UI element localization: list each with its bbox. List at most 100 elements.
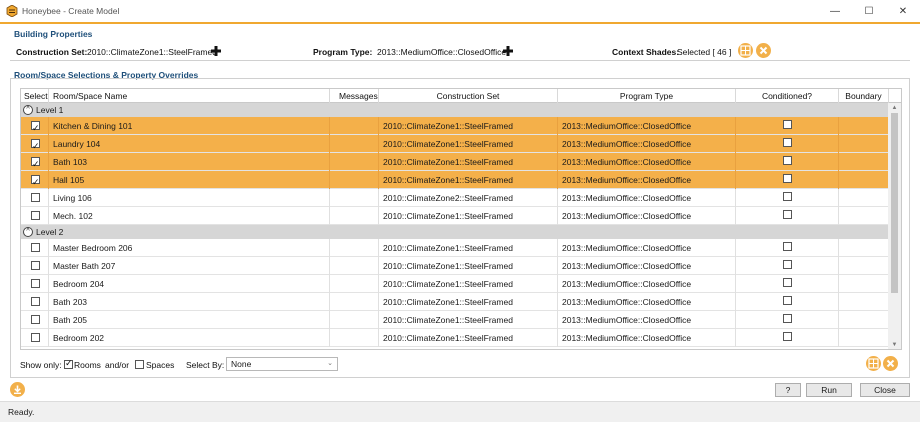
messages-cell[interactable]	[330, 239, 379, 257]
messages-cell[interactable]	[330, 153, 379, 171]
add-construction-set-icon[interactable]	[210, 45, 222, 57]
room-name-cell[interactable]: Bedroom 204	[49, 275, 330, 293]
clear-shades-button[interactable]	[756, 43, 771, 58]
construction-set-cell[interactable]: 2010::ClimateZone1::SteelFramed	[379, 117, 558, 135]
messages-cell[interactable]	[330, 293, 379, 311]
conditioned-checkbox[interactable]	[783, 242, 792, 251]
construction-set-cell[interactable]: 2010::ClimateZone1::SteelFramed	[379, 329, 558, 347]
boundary-cell[interactable]	[839, 239, 889, 257]
row-select-checkbox[interactable]	[31, 119, 40, 135]
level-group-row[interactable]: ^ Level 2	[21, 225, 889, 239]
program-type-cell[interactable]: 2013::MediumOffice::ClosedOffice	[558, 135, 736, 153]
program-type-cell[interactable]: 2013::MediumOffice::ClosedOffice	[558, 207, 736, 225]
room-name-cell[interactable]: Hall 105	[49, 171, 330, 189]
vertical-scrollbar[interactable]: ▲ ▼	[888, 103, 901, 349]
conditioned-checkbox[interactable]	[783, 120, 792, 129]
construction-set-cell[interactable]: 2010::ClimateZone1::SteelFramed	[379, 257, 558, 275]
room-name-cell[interactable]: Bath 205	[49, 311, 330, 329]
table-row[interactable]: Hall 105 2010::ClimateZone1::SteelFramed2…	[21, 171, 889, 189]
help-button[interactable]: ?	[775, 383, 801, 397]
table-row[interactable]: Bath 103 2010::ClimateZone1::SteelFramed2…	[21, 153, 889, 171]
messages-cell[interactable]	[330, 329, 379, 347]
table-row[interactable]: Bath 203 2010::ClimateZone1::SteelFramed 2…	[21, 293, 889, 311]
row-select-checkbox[interactable]	[31, 333, 40, 342]
boundary-cell[interactable]	[839, 293, 889, 311]
rooms-checkbox[interactable]	[64, 358, 73, 369]
conditioned-checkbox[interactable]	[783, 278, 792, 287]
close-button[interactable]: Close	[860, 383, 910, 397]
room-name-cell[interactable]: Kitchen & Dining 101	[49, 117, 330, 135]
table-row[interactable]: Kitchen & Dining 101 2010::ClimateZone1::…	[21, 117, 889, 135]
messages-cell[interactable]	[330, 117, 379, 135]
program-type-cell[interactable]: 2013::MediumOffice::ClosedOffice	[558, 189, 736, 207]
table-row[interactable]: Bedroom 204 2010::ClimateZone1::SteelFram…	[21, 275, 889, 293]
select-by-dropdown[interactable]: None ⌄	[226, 357, 338, 371]
scroll-up-arrow[interactable]: ▲	[888, 103, 901, 113]
conditioned-checkbox[interactable]	[783, 138, 792, 147]
column-header-messages[interactable]: Messages	[330, 89, 379, 103]
row-select-checkbox[interactable]	[31, 297, 40, 306]
conditioned-checkbox[interactable]	[783, 296, 792, 305]
download-button[interactable]	[10, 382, 25, 397]
conditioned-checkbox[interactable]	[783, 332, 792, 341]
program-type-cell[interactable]: 2013::MediumOffice::ClosedOffice	[558, 293, 736, 311]
boundary-cell[interactable]	[839, 311, 889, 329]
messages-cell[interactable]	[330, 311, 379, 329]
conditioned-checkbox[interactable]	[783, 192, 792, 201]
construction-set-cell[interactable]: 2010::ClimateZone1::SteelFramed	[379, 207, 558, 225]
room-name-cell[interactable]: Master Bedroom 206	[49, 239, 330, 257]
scrollbar-thumb[interactable]	[891, 113, 898, 293]
messages-cell[interactable]	[330, 275, 379, 293]
construction-set-cell[interactable]: 2010::ClimateZone1::SteelFramed	[379, 239, 558, 257]
column-header-conditioned[interactable]: Conditioned?	[736, 89, 839, 103]
construction-set-cell[interactable]: 2010::ClimateZone1::SteelFramed	[379, 135, 558, 153]
table-row[interactable]: Master Bath 207 2010::ClimateZone1::Steel…	[21, 257, 889, 275]
close-window-button[interactable]: ✕	[886, 0, 920, 22]
room-name-cell[interactable]: Master Bath 207	[49, 257, 330, 275]
boundary-cell[interactable]	[839, 135, 889, 153]
add-program-type-icon[interactable]	[502, 45, 514, 57]
table-row[interactable]: Bedroom 202 2010::ClimateZone1::SteelFram…	[21, 329, 889, 347]
messages-cell[interactable]	[330, 207, 379, 225]
construction-set-cell[interactable]: 2010::ClimateZone1::SteelFramed	[379, 311, 558, 329]
boundary-cell[interactable]	[839, 153, 889, 171]
boundary-cell[interactable]	[839, 189, 889, 207]
row-select-checkbox[interactable]	[31, 193, 40, 202]
messages-cell[interactable]	[330, 257, 379, 275]
row-select-checkbox[interactable]	[31, 211, 40, 220]
row-select-checkbox[interactable]	[31, 261, 40, 270]
conditioned-checkbox[interactable]	[783, 314, 792, 323]
conditioned-checkbox[interactable]	[783, 260, 792, 269]
clear-rooms-button[interactable]	[883, 356, 898, 371]
conditioned-checkbox[interactable]	[783, 156, 792, 165]
column-header-name[interactable]: Room/Space Name	[49, 89, 330, 103]
table-row[interactable]: Laundry 104 2010::ClimateZone1::SteelFram…	[21, 135, 889, 153]
table-row[interactable]: Master Bedroom 206 2010::ClimateZone1::St…	[21, 239, 889, 257]
program-type-cell[interactable]: 2013::MediumOffice::ClosedOffice	[558, 329, 736, 347]
row-select-checkbox[interactable]	[31, 173, 40, 189]
construction-set-cell[interactable]: 2010::ClimateZone1::SteelFramed	[379, 293, 558, 311]
level-group-row[interactable]: ^ Level 1	[21, 103, 889, 117]
room-name-cell[interactable]: Mech. 102	[49, 207, 330, 225]
boundary-cell[interactable]	[839, 257, 889, 275]
row-select-checkbox[interactable]	[31, 155, 40, 171]
row-select-checkbox[interactable]	[31, 279, 40, 288]
scroll-down-arrow[interactable]: ▼	[888, 340, 901, 349]
program-type-cell[interactable]: 2013::MediumOffice::ClosedOffice	[558, 153, 736, 171]
row-select-checkbox[interactable]	[31, 315, 40, 324]
room-name-cell[interactable]: Bedroom 202	[49, 329, 330, 347]
boundary-cell[interactable]	[839, 117, 889, 135]
construction-set-cell[interactable]: 2010::ClimateZone1::SteelFramed	[379, 275, 558, 293]
construction-set-cell[interactable]: 2010::ClimateZone1::SteelFramed	[379, 153, 558, 171]
program-type-cell[interactable]: 2013::MediumOffice::ClosedOffice	[558, 117, 736, 135]
boundary-cell[interactable]	[839, 329, 889, 347]
collapse-level-icon[interactable]: ^	[23, 105, 33, 115]
program-type-cell[interactable]: 2013::MediumOffice::ClosedOffice	[558, 275, 736, 293]
messages-cell[interactable]	[330, 171, 379, 189]
select-all-shades-button[interactable]	[738, 43, 753, 58]
boundary-cell[interactable]	[839, 171, 889, 189]
column-header-boundary[interactable]: Boundary	[839, 89, 889, 103]
table-row[interactable]: Bath 205 2010::ClimateZone1::SteelFramed 2…	[21, 311, 889, 329]
table-row[interactable]: Mech. 102 2010::ClimateZone1::SteelFramed…	[21, 207, 889, 225]
table-row[interactable]: Living 106 2010::ClimateZone2::SteelFrame…	[21, 189, 889, 207]
